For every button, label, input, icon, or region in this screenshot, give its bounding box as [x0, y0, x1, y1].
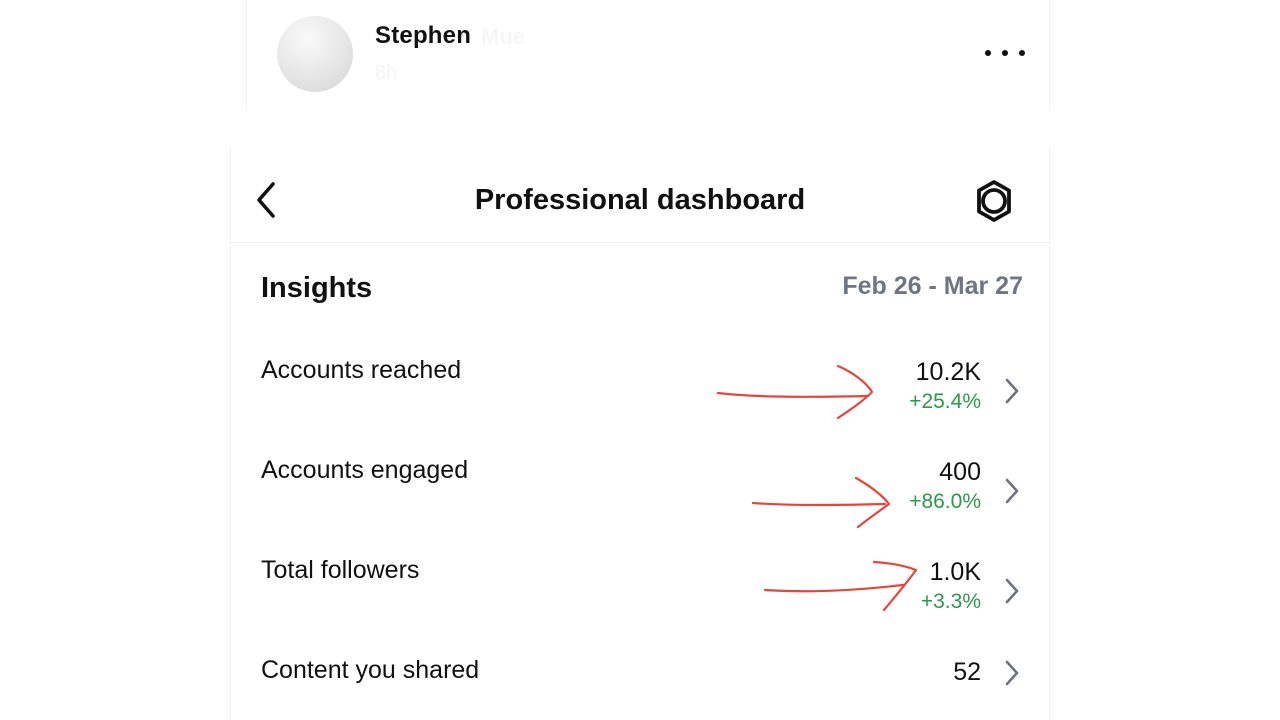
metric-value: 10.2K — [915, 358, 981, 386]
metric-label: Content you shared — [261, 656, 480, 684]
metric-row-accounts-engaged[interactable]: Accounts engaged 400 +86.0% — [231, 456, 1049, 536]
username[interactable]: Stephen — [375, 22, 471, 50]
username-faded: Mue — [481, 24, 525, 49]
chevron-right-icon — [1005, 478, 1019, 504]
dashboard-header: Professional dashboard — [231, 148, 1049, 243]
more-horizontal-icon — [985, 50, 991, 56]
metric-label: Accounts reached — [261, 356, 462, 384]
more-options-button[interactable] — [985, 38, 1025, 68]
metric-values: 1.0K +3.3% — [921, 556, 981, 616]
avatar[interactable] — [277, 16, 353, 92]
settings-gear-icon — [977, 180, 1011, 222]
metric-value: 1.0K — [929, 558, 981, 586]
settings-button[interactable] — [971, 178, 1017, 224]
chevron-right-icon — [1005, 660, 1019, 686]
screenshot-canvas: Stephen Mue 8h Professional dashboard In… — [0, 0, 1280, 720]
insights-title: Insights — [261, 272, 373, 304]
metric-row-accounts-reached[interactable]: Accounts reached 10.2K +25.4% — [231, 356, 1049, 436]
metric-values: 400 +86.0% — [909, 456, 981, 516]
metric-change: +25.4% — [909, 390, 981, 413]
metric-values: 10.2K +25.4% — [909, 356, 981, 416]
professional-dashboard: Professional dashboard Insights Feb 26 -… — [230, 148, 1050, 720]
metric-label: Total followers — [261, 556, 420, 584]
metric-label: Accounts engaged — [261, 456, 469, 484]
metric-row-total-followers[interactable]: Total followers 1.0K +3.3% — [231, 556, 1049, 636]
chevron-right-icon — [1005, 578, 1019, 604]
chevron-right-icon — [1005, 378, 1019, 404]
metric-change: +86.0% — [909, 490, 981, 513]
post-header: Stephen Mue 8h — [246, 0, 1050, 110]
metric-change: +3.3% — [920, 590, 981, 613]
date-range[interactable]: Feb 26 - Mar 27 — [842, 272, 1023, 301]
metric-value: 400 — [939, 458, 981, 486]
metric-value: 52 — [953, 658, 981, 686]
page-title: Professional dashboard — [474, 184, 806, 216]
post-timestamp: 8h — [375, 62, 398, 84]
metric-values: 52 — [953, 656, 981, 688]
metric-row-content-shared[interactable]: Content you shared 52 — [231, 656, 1049, 720]
